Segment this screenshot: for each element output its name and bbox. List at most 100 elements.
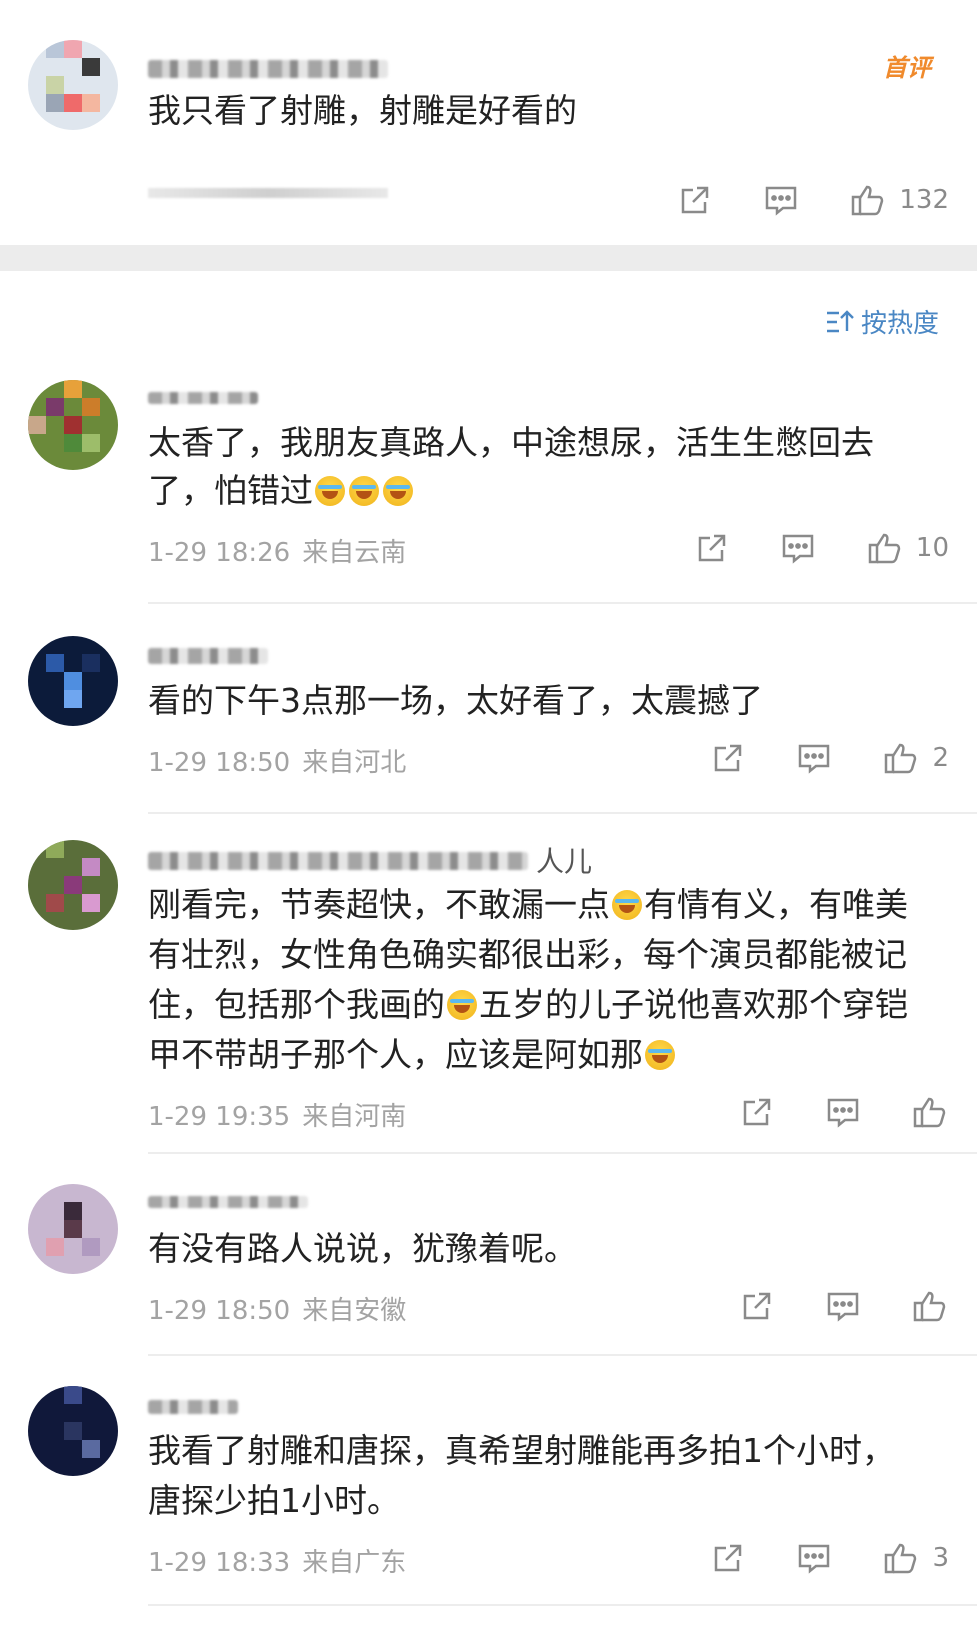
comment-location: 来自河南 [302,1102,407,1132]
comment-text: 有没有路人说说，犹豫着呢。 [148,1229,577,1268]
share-button[interactable] [708,738,748,778]
like-button[interactable]: 132 [847,180,949,220]
comment-icon [766,186,797,216]
comment-date: 1-29 18:50 [148,748,291,778]
reply-button[interactable] [823,1092,863,1132]
thumbs-up-icon [913,1291,946,1322]
comment-meta: 1-29 18:26 来自云南 [148,532,406,569]
comment-actions: 132 [629,180,949,220]
like-count: 2 [932,743,949,773]
comment-location: 来自广东 [302,1548,407,1578]
sort-icon [826,309,854,332]
share-button[interactable] [737,1092,777,1132]
username-visible[interactable]: 人儿 [536,840,592,880]
comment-text: 有壮烈，女性角色确实都很出彩，每个演员都能被记 [148,935,907,974]
like-button[interactable]: 3 [880,1538,949,1578]
username-blurred[interactable] [148,648,268,664]
share-button[interactable] [708,1538,748,1578]
divider [148,1354,977,1356]
thumbs-up-icon [852,185,884,216]
avatar[interactable] [28,40,118,130]
comment-date: 1-29 19:35 [148,1102,291,1132]
divider [148,602,977,604]
comment-text: 甲不带胡子那个人，应该是阿如那 [148,1030,677,1080]
username-blurred[interactable] [148,852,528,870]
comment-text: 我看了射雕和唐探，真希望射雕能再多拍1个小时， [148,1431,895,1470]
divider [148,1152,977,1154]
username-blurred[interactable] [148,60,388,78]
laughing-crying-emoji-icon [645,1040,675,1070]
like-button[interactable]: 2 [880,738,949,778]
reply-button[interactable] [794,1538,834,1578]
comment-date: 1-29 18:50 [148,1296,291,1326]
comment-text: 刚看完，节奏超快，不敢漏一点 有情有义，有唯美 [148,885,908,924]
comment-text: 看的下午3点那一场，太好看了，太震撼了 [148,681,763,720]
laughing-crying-emoji-icon [315,476,345,506]
share-icon [743,1292,771,1320]
like-count: 3 [932,1543,949,1573]
reply-button[interactable] [761,180,801,220]
comment-meta: 1-29 19:35 来自河南 [148,1096,406,1133]
username-blurred[interactable] [148,392,258,404]
comment-actions: 3 [662,1538,949,1578]
username-blurred[interactable] [148,1196,308,1208]
comment-icon [782,534,814,564]
comment-icon [827,1292,859,1322]
laughing-crying-emoji-icon [447,990,477,1020]
section-separator [0,245,977,271]
reply-button[interactable] [794,738,834,778]
avatar[interactable] [28,380,118,470]
laughing-crying-emoji-icon [349,476,379,506]
comment-text: 了，怕错过 [148,466,415,516]
username-blurred[interactable] [148,1400,238,1414]
like-count: 132 [899,185,949,215]
reply-button[interactable] [778,528,818,568]
share-icon [715,744,742,772]
comment-location: 来自安徽 [302,1296,407,1326]
sort-by-hot-button[interactable]: 按热度 [825,303,939,340]
comment-meta: 1-29 18:33 来自广东 [148,1542,406,1579]
comment-location: 来自河北 [302,748,407,778]
divider [148,1604,977,1606]
comment-date: 1-29 18:33 [148,1548,291,1578]
thumbs-up-icon [885,743,917,774]
comment-icon [827,1098,859,1128]
avatar[interactable] [28,1386,118,1476]
laughing-crying-emoji-icon [383,476,413,506]
like-count: 10 [915,533,949,563]
share-button[interactable] [737,1286,777,1326]
comment-actions [691,1092,949,1132]
reply-button[interactable] [823,1286,863,1326]
comment-text: 太香了，我朋友真路人，中途想尿，活生生憋回去 [148,423,874,462]
comment-meta: 1-29 18:50 来自安徽 [148,1290,406,1327]
first-comment-badge: 首评 [883,54,931,82]
share-button[interactable] [675,180,715,220]
share-icon [715,1544,742,1572]
comment-actions: 2 [662,738,949,778]
comment-icon [799,744,830,774]
like-button[interactable]: 10 [864,528,949,568]
like-button[interactable] [909,1092,949,1132]
like-button[interactable] [909,1286,949,1326]
top-comment-card: 首评 我只看了射雕，射雕是好看的 132 [0,0,977,245]
avatar[interactable] [28,636,118,726]
laughing-crying-emoji-icon [612,890,642,920]
comment-icon [799,1544,830,1574]
avatar[interactable] [28,1184,118,1274]
share-icon [743,1098,771,1126]
divider [148,812,977,814]
share-button[interactable] [692,528,732,568]
comment-text: 我只看了射雕，射雕是好看的 [148,91,577,130]
share-icon [698,534,726,562]
comment-text: 唐探少拍1小时。 [148,1481,400,1520]
avatar[interactable] [28,840,118,930]
comment-location: 来自云南 [302,538,407,568]
comment-date: 1-29 18:26 [148,538,291,568]
thumbs-up-icon [885,1543,917,1574]
thumbs-up-icon [868,533,901,564]
comment-meta: 1-29 18:50 来自河北 [148,742,406,779]
comment-actions [691,1286,949,1326]
sort-label: 按热度 [860,309,939,339]
share-icon [682,186,709,214]
blurred-line [148,188,388,198]
